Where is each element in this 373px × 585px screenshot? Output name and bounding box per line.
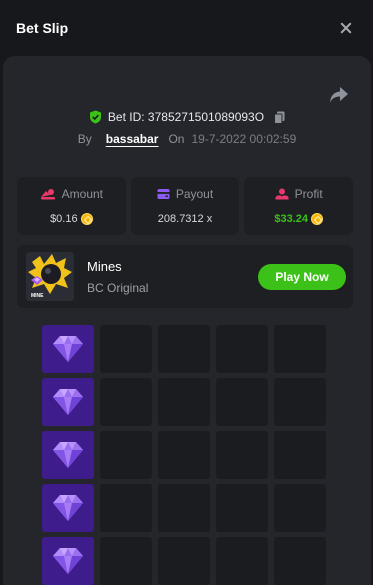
board-tile bbox=[158, 378, 210, 426]
copy-icon[interactable] bbox=[274, 111, 285, 124]
stat-payout-label: Payout bbox=[175, 187, 214, 201]
board-tile bbox=[216, 325, 268, 373]
board-tile bbox=[216, 431, 268, 479]
board-tile bbox=[158, 431, 210, 479]
board-tile bbox=[158, 484, 210, 532]
coins-hand-icon bbox=[275, 188, 289, 200]
board-tile bbox=[100, 378, 152, 426]
bet-datetime: 19-7-2022 00:02:59 bbox=[191, 132, 297, 146]
stat-payout-header: Payout bbox=[157, 187, 213, 201]
wallet-icon bbox=[157, 189, 170, 199]
board-tile-gem bbox=[42, 431, 94, 479]
diamond-icon bbox=[51, 546, 85, 576]
bet-slip-panel: Bet ID: 3785271501089093O By bassabar On… bbox=[3, 56, 371, 585]
board-tile bbox=[100, 537, 152, 585]
board-tile bbox=[274, 537, 326, 585]
chips-icon bbox=[40, 189, 55, 200]
game-thumb-text: MINE bbox=[31, 293, 44, 299]
bet-id-row: Bet ID: 3785271501089093O bbox=[3, 110, 371, 124]
board-tile bbox=[274, 325, 326, 373]
board-tile-gem bbox=[42, 537, 94, 585]
board-tile-gem bbox=[42, 378, 94, 426]
bet-author-row: By bassabar On 19-7-2022 00:02:59 bbox=[3, 132, 371, 146]
shield-check-icon bbox=[89, 110, 101, 124]
username-link[interactable]: bassabar bbox=[106, 132, 159, 146]
by-label: By bbox=[77, 132, 92, 146]
board-tile bbox=[274, 378, 326, 426]
close-icon[interactable] bbox=[337, 19, 355, 37]
page-title: Bet Slip bbox=[16, 20, 69, 36]
stat-amount-value-row: $0.16 bbox=[50, 213, 93, 225]
stat-profit-value: $33.24 bbox=[274, 213, 308, 225]
game-thumbnail[interactable]: MINE bbox=[26, 252, 74, 301]
board-tile bbox=[100, 484, 152, 532]
stat-profit-value-row: $33.24 bbox=[274, 213, 323, 225]
diamond-icon bbox=[51, 440, 85, 470]
game-card: MINE Mines BC Original Play Now bbox=[17, 245, 353, 308]
on-label: On bbox=[168, 132, 185, 146]
diamond-icon bbox=[51, 387, 85, 417]
board-tile bbox=[158, 325, 210, 373]
mines-board bbox=[42, 325, 330, 585]
board-tile bbox=[274, 484, 326, 532]
bet-stats: Amount $0.16 Payout 208.7312 x Profit $3… bbox=[17, 177, 354, 235]
mines-game-art: MINE bbox=[26, 252, 74, 301]
board-tile bbox=[216, 537, 268, 585]
board-tile bbox=[100, 431, 152, 479]
stat-profit-label: Profit bbox=[294, 187, 323, 201]
stat-profit: Profit $33.24 bbox=[244, 177, 354, 235]
board-tile bbox=[216, 484, 268, 532]
share-icon[interactable] bbox=[329, 86, 349, 104]
stat-profit-header: Profit bbox=[275, 187, 323, 201]
stat-amount-header: Amount bbox=[40, 187, 103, 201]
game-name[interactable]: Mines bbox=[87, 259, 122, 274]
stat-payout-value-row: 208.7312 x bbox=[158, 213, 212, 225]
stat-amount: Amount $0.16 bbox=[17, 177, 126, 235]
bet-slip-header: Bet Slip bbox=[0, 0, 373, 56]
coin-icon bbox=[80, 213, 93, 225]
board-tile-gem bbox=[42, 325, 94, 373]
stat-payout: Payout 208.7312 x bbox=[130, 177, 240, 235]
board-tile bbox=[158, 537, 210, 585]
bet-id: Bet ID: 3785271501089093O bbox=[107, 110, 265, 124]
diamond-icon bbox=[51, 493, 85, 523]
board-tile bbox=[100, 325, 152, 373]
coin-icon bbox=[311, 213, 323, 225]
board-tile-gem bbox=[42, 484, 94, 532]
board-tile bbox=[274, 431, 326, 479]
diamond-icon bbox=[51, 334, 85, 364]
play-now-button[interactable]: Play Now bbox=[258, 264, 346, 290]
stat-amount-label: Amount bbox=[61, 187, 104, 201]
stat-payout-value: 208.7312 x bbox=[157, 213, 213, 225]
game-provider: BC Original bbox=[87, 281, 149, 295]
board-tile bbox=[216, 378, 268, 426]
stat-amount-value: $0.16 bbox=[50, 213, 78, 225]
